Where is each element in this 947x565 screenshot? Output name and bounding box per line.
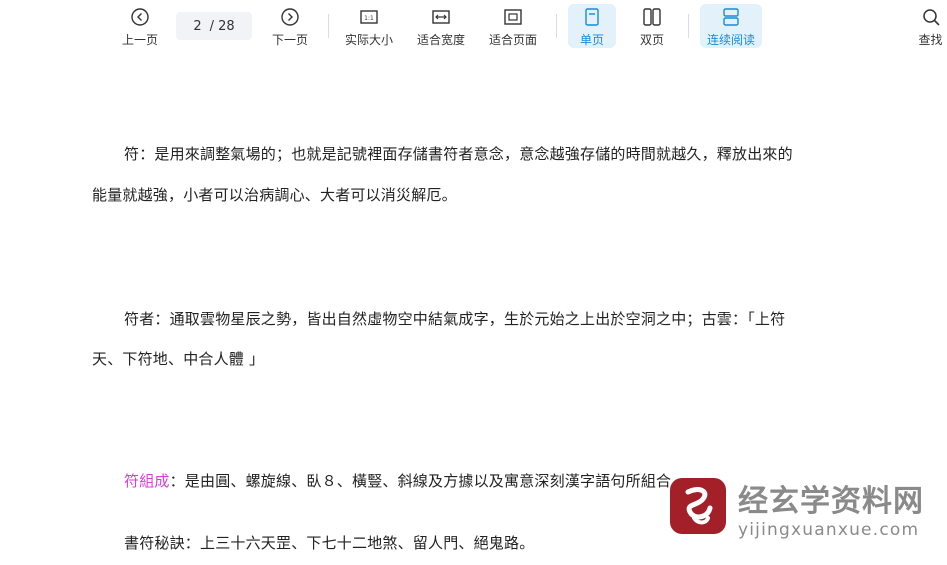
continuous-label: 连续阅读 (706, 33, 755, 47)
paragraph-line: 天、下符地、中合人體 」 (92, 350, 265, 368)
paragraph-line: 符組成：是由圓、螺旋線、臥８、橫豎、斜線及方據以及寓意深刻漢字語句所組合。 (124, 470, 686, 491)
search-label: 查找 (918, 33, 943, 47)
toolbar-divider (688, 14, 689, 38)
fit-page-icon (502, 6, 524, 28)
highlighted-term: 符組成 (124, 472, 170, 490)
single-page-label: 单页 (579, 33, 604, 47)
site-watermark: 经玄学资料网 yijingxuanxue.com (668, 472, 947, 565)
actual-size-button[interactable]: 1:1 实际大小 (340, 4, 398, 48)
chevron-left-icon (129, 6, 151, 28)
actual-size-label: 实际大小 (344, 33, 393, 47)
actual-size-icon: 1:1 (358, 6, 380, 28)
continuous-icon (720, 6, 742, 28)
watermark-url: yijingxuanxue.com (738, 520, 920, 540)
continuous-reading-button[interactable]: 连续阅读 (700, 4, 762, 48)
current-page[interactable]: 2 (193, 19, 201, 34)
single-page-button[interactable]: 单页 (568, 4, 616, 48)
search-icon (920, 6, 942, 28)
watermark-title: 经玄学资料网 (738, 484, 924, 519)
prev-page-label: 上一页 (121, 33, 158, 47)
paragraph-line: 符者：通取雲物星辰之勢，皆出自然虛物空中結氣成字，生於元始之上出於空洞之中；古雲… (124, 310, 786, 328)
fit-page-button[interactable]: 适合页面 (484, 4, 542, 48)
paragraph-line: 符：是用來調整氣場的；也就是記號裡面存儲書符者意念，意念越強存儲的時間就越久，釋… (124, 145, 793, 163)
svg-text:1:1: 1:1 (364, 15, 374, 22)
fit-width-icon (430, 6, 452, 28)
fit-width-label: 适合宽度 (416, 33, 465, 47)
viewer-toolbar: 上一页 2 / 28 下一页 1:1 实际大小 适合宽度 适合页面 单页 双页 … (0, 0, 947, 50)
toolbar-divider (556, 14, 557, 38)
paragraph-line: 書符秘訣：上三十六天罡、下七十二地煞、留人門、絕鬼路。 (124, 534, 535, 552)
prev-page-button[interactable]: 上一页 (118, 4, 162, 48)
single-page-icon (581, 6, 603, 28)
fit-width-button[interactable]: 适合宽度 (412, 4, 470, 48)
paragraph-line: 能量就越強，小者可以治病調心、大者可以消災解厄。 (92, 186, 457, 204)
double-page-button[interactable]: 双页 (628, 4, 676, 48)
chevron-right-icon (279, 6, 301, 28)
page-number-input[interactable]: 2 / 28 (176, 12, 252, 40)
fit-page-label: 适合页面 (488, 33, 537, 47)
search-button[interactable]: 查找 (914, 4, 947, 48)
paragraph-text: ：是由圓、螺旋線、臥８、橫豎、斜線及方據以及寓意深刻漢字語句所組合。 (169, 472, 687, 490)
double-page-label: 双页 (639, 33, 664, 47)
toolbar-divider (328, 14, 329, 38)
watermark-logo-icon (670, 478, 726, 534)
total-pages: / 28 (209, 18, 235, 34)
next-page-button[interactable]: 下一页 (268, 4, 312, 48)
next-page-label: 下一页 (271, 33, 308, 47)
double-page-icon (641, 6, 663, 28)
